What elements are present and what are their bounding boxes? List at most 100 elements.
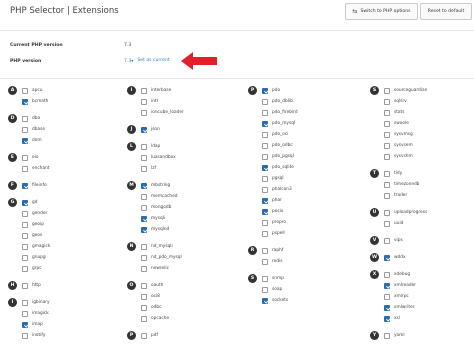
extension-checkbox[interactable] (22, 98, 28, 105)
extension-name: mbstring (151, 183, 171, 188)
extension-checkbox[interactable] (384, 332, 390, 339)
php-version-selector[interactable]: 7.3▾ Set as current (124, 58, 170, 64)
extension-checkbox[interactable] (262, 175, 268, 182)
extension-name: oci8 (151, 294, 160, 299)
extension-checkbox[interactable] (262, 120, 268, 127)
extension-checkbox[interactable] (22, 137, 28, 144)
extension-name: sqlsrv (394, 99, 407, 104)
extension-name: timezonedb (394, 182, 420, 187)
extension-checkbox[interactable] (262, 208, 268, 215)
extension-checkbox[interactable] (141, 304, 147, 311)
extension-checkbox[interactable] (262, 219, 268, 226)
extension-checkbox[interactable] (384, 304, 390, 311)
extension-checkbox[interactable] (384, 131, 390, 138)
extension-checkbox[interactable] (384, 209, 390, 216)
extension-checkbox[interactable] (22, 165, 28, 172)
extension-checkbox[interactable] (262, 230, 268, 237)
extension-checkbox[interactable] (384, 282, 390, 289)
extension-item: apcu (8, 85, 50, 96)
extension-checkbox[interactable] (22, 221, 28, 228)
extension-checkbox[interactable] (384, 293, 390, 300)
extension-checkbox[interactable] (141, 143, 147, 150)
extension-checkbox[interactable] (384, 87, 390, 94)
extension-checkbox[interactable] (22, 154, 28, 161)
extension-checkbox[interactable] (262, 164, 268, 171)
extension-checkbox[interactable] (141, 215, 147, 222)
extension-checkbox[interactable] (384, 192, 390, 199)
extension-checkbox[interactable] (141, 98, 147, 105)
extension-checkbox[interactable] (22, 265, 28, 272)
extension-checkbox[interactable] (22, 310, 28, 317)
extension-checkbox[interactable] (384, 271, 390, 278)
extension-checkbox[interactable] (384, 181, 390, 188)
extension-checkbox[interactable] (384, 254, 390, 261)
extension-checkbox[interactable] (141, 193, 147, 200)
extension-checkbox[interactable] (141, 293, 147, 300)
extension-checkbox[interactable] (141, 204, 147, 211)
extension-checkbox[interactable] (384, 142, 390, 149)
extension-checkbox[interactable] (22, 115, 28, 122)
letter-group: Rraphf redis (248, 245, 298, 267)
extension-checkbox[interactable] (22, 199, 28, 206)
extension-checkbox[interactable] (141, 254, 147, 261)
extension-name: snmp (272, 276, 284, 281)
extension-item: xmlrpc (370, 291, 427, 302)
extension-checkbox[interactable] (262, 286, 268, 293)
extension-checkbox[interactable] (22, 321, 28, 328)
extension-checkbox[interactable] (22, 282, 28, 289)
extension-checkbox[interactable] (22, 87, 28, 94)
extension-checkbox[interactable] (262, 87, 268, 94)
extension-item: geos (8, 230, 50, 241)
extension-checkbox[interactable] (384, 315, 390, 322)
extension-checkbox[interactable] (262, 275, 268, 282)
extension-checkbox[interactable] (141, 265, 147, 272)
extension-checkbox[interactable] (384, 109, 390, 116)
extension-checkbox[interactable] (262, 197, 268, 204)
extension-checkbox[interactable] (22, 299, 28, 306)
extension-checkbox[interactable] (22, 210, 28, 217)
extension-checkbox[interactable] (141, 126, 147, 133)
letter-group: Ttidy timezonedb trader (370, 168, 427, 201)
extension-item: swoole (370, 118, 427, 129)
extension-checkbox[interactable] (22, 126, 28, 133)
extension-checkbox[interactable] (141, 154, 147, 161)
extension-checkbox[interactable] (262, 297, 268, 304)
php-version-dropdown[interactable]: 7.3▾ (124, 58, 133, 64)
extension-item: posix (248, 206, 298, 217)
extension-checkbox[interactable] (262, 247, 268, 254)
extension-checkbox[interactable] (22, 254, 28, 261)
extension-checkbox[interactable] (262, 109, 268, 116)
extension-checkbox[interactable] (141, 332, 147, 339)
extension-checkbox[interactable] (141, 243, 147, 250)
extension-checkbox[interactable] (141, 282, 147, 289)
extension-checkbox[interactable] (384, 237, 390, 244)
extension-checkbox[interactable] (384, 220, 390, 227)
extension-checkbox[interactable] (141, 87, 147, 94)
reset-to-default-button[interactable]: Reset to default (420, 3, 472, 20)
extension-checkbox[interactable] (384, 120, 390, 127)
extension-checkbox[interactable] (141, 182, 147, 189)
extension-checkbox[interactable] (262, 98, 268, 105)
extension-checkbox[interactable] (22, 232, 28, 239)
extension-checkbox[interactable] (22, 182, 28, 189)
extension-checkbox[interactable] (141, 315, 147, 322)
extension-checkbox[interactable] (22, 332, 28, 339)
extension-item: xsl (370, 313, 427, 324)
extension-checkbox[interactable] (384, 98, 390, 105)
extension-checkbox[interactable] (141, 109, 147, 116)
extension-checkbox[interactable] (22, 243, 28, 250)
extension-checkbox[interactable] (262, 153, 268, 160)
extension-name: inotify (32, 333, 46, 338)
extension-checkbox[interactable] (262, 131, 268, 138)
extension-checkbox[interactable] (384, 170, 390, 177)
extension-checkbox[interactable] (141, 226, 147, 233)
extension-item: mbstring (127, 180, 184, 191)
set-as-current-link[interactable]: Set as current (137, 58, 169, 64)
switch-to-php-options-button[interactable]: ⇆ Switch to PHP options (345, 3, 418, 20)
extension-checkbox[interactable] (141, 165, 147, 172)
extension-checkbox[interactable] (262, 186, 268, 193)
extension-checkbox[interactable] (262, 258, 268, 265)
extension-name: luasandbox (151, 155, 176, 160)
extension-checkbox[interactable] (384, 153, 390, 160)
extension-checkbox[interactable] (262, 142, 268, 149)
